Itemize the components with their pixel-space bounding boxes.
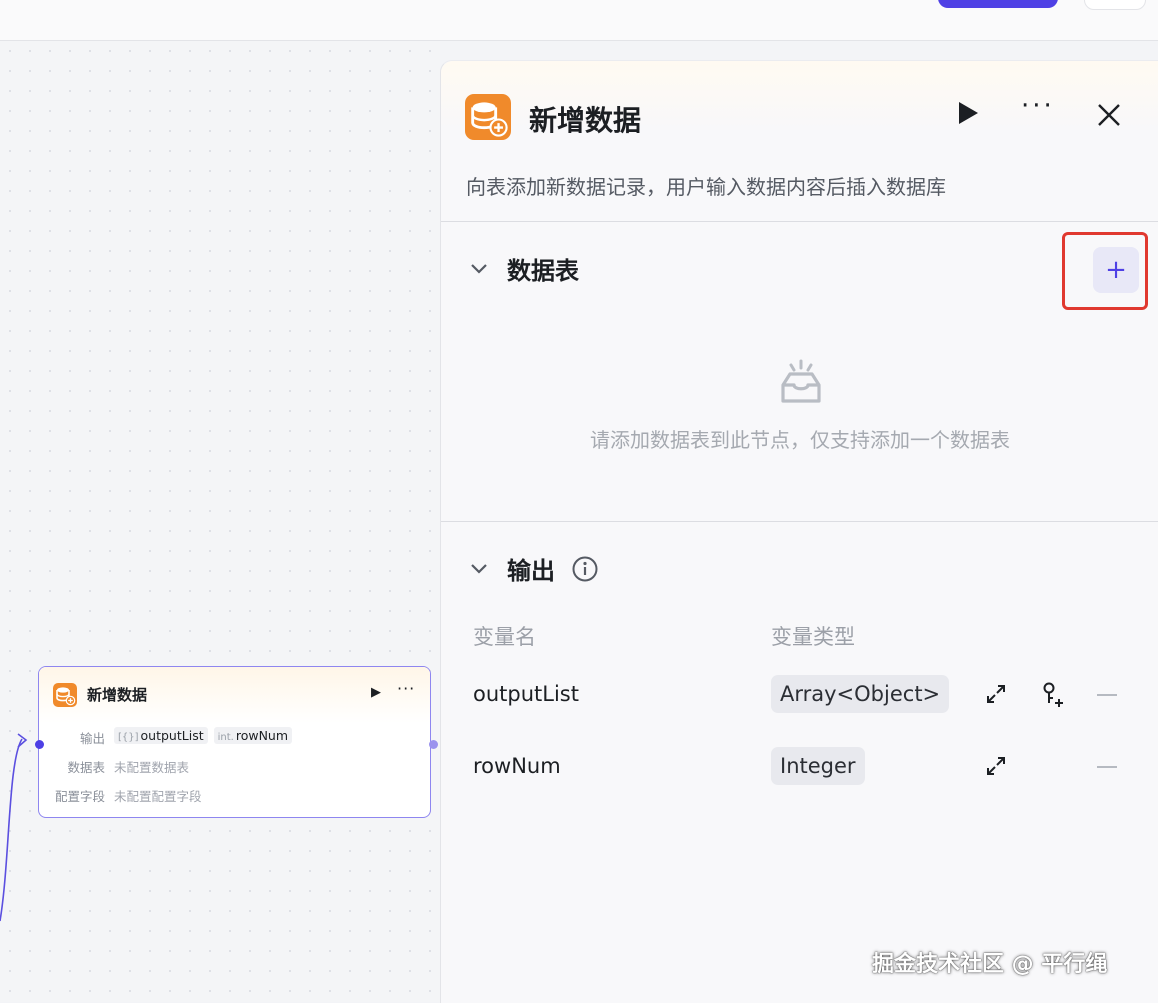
variable-name: outputList bbox=[473, 682, 579, 706]
database-add-icon bbox=[465, 94, 511, 140]
chevron-down-icon[interactable] bbox=[469, 559, 489, 583]
panel-description: 向表添加新数据记录，用户输入数据内容后插入数据库 bbox=[466, 175, 946, 199]
node-output-row: 输出 [{}] outputList int. rowNum bbox=[39, 727, 430, 750]
database-add-icon bbox=[53, 683, 77, 707]
node-fields-value: 未配置配置字段 bbox=[114, 789, 202, 804]
top-bar bbox=[0, 0, 1158, 41]
node-output-port[interactable] bbox=[429, 740, 438, 749]
column-header-name: 变量名 bbox=[473, 625, 536, 649]
remove-row-icon[interactable] bbox=[1097, 694, 1117, 696]
divider bbox=[441, 221, 1158, 222]
empty-hint-text: 请添加数据表到此节点，仅支持添加一个数据表 bbox=[590, 428, 1010, 452]
run-icon[interactable] bbox=[957, 101, 979, 129]
variable-type: Integer bbox=[771, 747, 865, 785]
node-title: 新增数据 bbox=[87, 686, 148, 704]
more-icon[interactable]: ··· bbox=[1021, 91, 1055, 121]
add-child-icon[interactable] bbox=[1040, 681, 1068, 713]
node-input-port[interactable] bbox=[35, 740, 44, 749]
variable-name: rowNum bbox=[473, 754, 561, 778]
empty-inbox-icon bbox=[771, 351, 831, 415]
column-header-type: 变量类型 bbox=[771, 625, 855, 649]
node-run-icon[interactable]: ▶ bbox=[371, 685, 381, 700]
watermark: 掘金技术社区 @ 平行绳 bbox=[872, 952, 1108, 977]
expand-icon[interactable] bbox=[985, 755, 1007, 781]
node-datatable-value: 未配置数据表 bbox=[114, 760, 190, 775]
datatable-section-title: 数据表 bbox=[507, 257, 579, 285]
add-data-node[interactable]: 新增数据 ▶ ··· 输出 [{}] outputList int. rowNum 数… bbox=[38, 666, 431, 818]
node-fields-row: 配置字段 未配置配置字段 bbox=[39, 786, 430, 808]
node-output-tag: [{}] outputList bbox=[114, 727, 208, 744]
node-settings-panel: 新增数据 ··· 向表添加新数据记录，用户输入数据内容后插入数据库 数据表 + … bbox=[440, 60, 1158, 1003]
workflow-canvas[interactable] bbox=[0, 41, 440, 1002]
secondary-button[interactable] bbox=[1084, 0, 1146, 10]
info-icon[interactable] bbox=[571, 555, 599, 587]
variable-type: Array<Object> bbox=[771, 675, 950, 713]
node-more-icon[interactable]: ··· bbox=[397, 679, 415, 698]
close-icon[interactable] bbox=[1097, 103, 1121, 131]
remove-row-icon[interactable] bbox=[1097, 766, 1117, 768]
expand-icon[interactable] bbox=[985, 683, 1007, 709]
chevron-down-icon[interactable] bbox=[469, 259, 489, 283]
node-output-tags: [{}] outputList int. rowNum bbox=[114, 727, 298, 744]
node-output-label: 输出 bbox=[79, 731, 105, 746]
node-output-tag: int. rowNum bbox=[213, 727, 293, 744]
node-datatable-row: 数据表 未配置数据表 bbox=[39, 757, 430, 779]
output-section-title: 输出 bbox=[507, 557, 555, 585]
publish-button[interactable] bbox=[938, 0, 1058, 8]
node-datatable-label: 数据表 bbox=[67, 760, 105, 775]
connection-edge bbox=[0, 733, 28, 922]
node-fields-label: 配置字段 bbox=[54, 789, 105, 804]
panel-title: 新增数据 bbox=[529, 104, 642, 137]
divider bbox=[441, 521, 1158, 522]
node-header: 新增数据 ▶ ··· bbox=[39, 667, 430, 723]
highlight-box bbox=[1062, 232, 1148, 310]
